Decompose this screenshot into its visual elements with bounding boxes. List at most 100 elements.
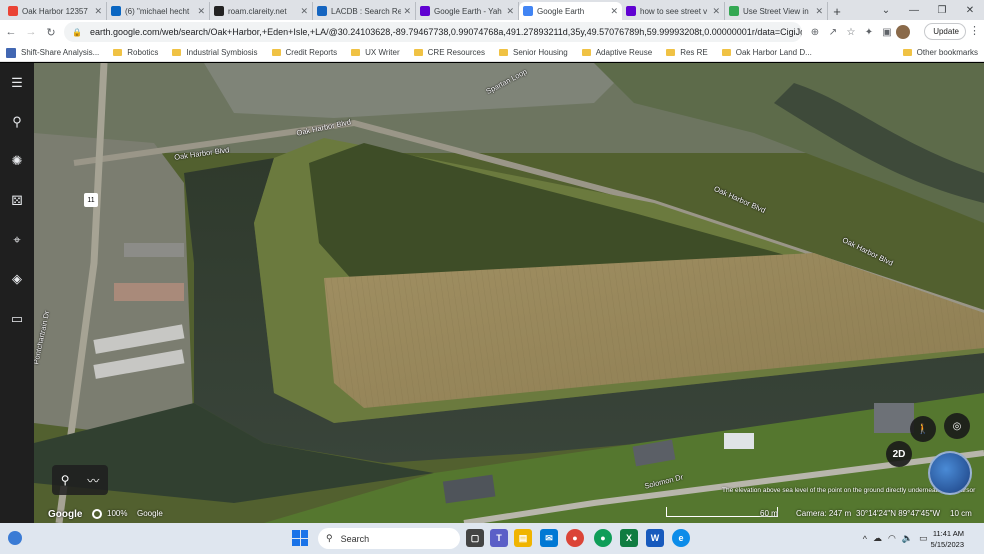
my-location-icon[interactable]: ◎ [944,413,970,439]
bookmark-item[interactable]: Senior Housing [499,48,568,57]
search-icon: ⚲ [326,533,333,543]
close-tab-icon[interactable]: ✕ [712,6,720,17]
bookmark-list: Shift-Share Analysis... Robotics Industria… [6,47,826,58]
close-tab-icon[interactable]: ✕ [403,6,411,17]
close-tab-icon[interactable]: ✕ [815,6,823,17]
feeling-lucky-icon[interactable]: ⚄ [6,190,28,212]
taskbar-search[interactable]: ⚲ Search [318,528,460,549]
forward-icon[interactable]: → [22,23,40,41]
projects-icon[interactable]: ⌖ [6,229,28,251]
placemark-icon[interactable]: ⚲ [61,473,70,487]
browser-menu-icon[interactable]: ⋮ [969,24,980,37]
close-window-icon[interactable]: ✕ [956,0,984,20]
clock[interactable]: 11:41 AM 5/15/2023 [931,528,964,550]
pegman-icon[interactable]: 🚶 [910,416,936,442]
browser-toolbar: ← → ↻ 🔒 earth.google.com/web/search/Oak+… [0,20,984,44]
clock-time: 11:41 AM [932,528,964,538]
share-icon[interactable]: ↗ [824,23,842,41]
globe-icon[interactable] [928,451,972,495]
side-panel-icon[interactable]: ▣ [878,23,896,41]
browser-tab[interactable]: roam.clareity.net ✕ [210,2,313,20]
view-toggle-button[interactable]: 2D [886,441,912,467]
bookmark-item[interactable]: Robotics [113,48,158,57]
battery-icon[interactable]: ▭ [919,533,928,544]
browser-tab[interactable]: Google Earth - Yah ✕ [416,2,519,20]
mail-icon[interactable]: ✉ [540,529,558,547]
close-tab-icon[interactable]: ✕ [197,6,205,17]
address-bar[interactable]: 🔒 earth.google.com/web/search/Oak+Harbor… [64,22,802,42]
minimize-icon[interactable]: — [900,0,928,20]
other-bookmarks-label: Other bookmarks [916,48,978,57]
menu-icon[interactable]: ☰ [6,72,28,94]
bookmark-item[interactable]: CRE Resources [413,48,485,57]
bookmark-label: Credit Reports [285,48,338,57]
new-tab-button[interactable]: + [828,2,846,20]
folder-icon [351,49,361,56]
close-tab-icon[interactable]: ✕ [300,6,308,17]
linkedin-icon [111,6,121,16]
tab-title: how to see street v [640,6,708,16]
measure-icon[interactable]: ▭ [6,308,28,330]
attribution[interactable]: Google [137,509,163,518]
update-button[interactable]: Update [924,23,966,40]
tab-strip: Oak Harbor 12357 ✕ (6) "michael hecht ✕ roam… [0,0,984,20]
bookmark-label: Shift-Share Analysis... [21,48,100,57]
profile-avatar[interactable] [896,25,910,39]
close-tab-icon[interactable]: ✕ [94,6,102,17]
taskbar-search-label: Search [340,533,370,544]
chrome-icon[interactable]: ● [566,529,584,547]
yahoo-icon [626,6,636,16]
weather-icon[interactable] [8,531,22,545]
cloud-icon[interactable]: ☁ [873,533,882,544]
close-tab-icon[interactable]: ✕ [610,6,618,17]
map-style-icon[interactable]: ◈ [6,268,28,290]
earth-map-view[interactable]: Spartan Loop Oak Harbor Blvd Oak Harbor … [34,63,984,523]
excel-icon[interactable]: X [620,529,638,547]
task-view-icon[interactable]: ▢ [466,529,484,547]
chevron-up-icon[interactable]: ^ [863,534,867,544]
browser-tab[interactable]: LACDB : Search Re ✕ [313,2,416,20]
reload-icon[interactable]: ↻ [42,23,60,41]
bookmark-item[interactable]: UX Writer [351,48,400,57]
browser-tab[interactable]: (6) "michael hecht ✕ [107,2,210,20]
lock-icon[interactable]: 🔒 [72,28,82,37]
other-bookmarks[interactable]: Other bookmarks [902,48,978,57]
close-tab-icon[interactable]: ✕ [506,6,514,17]
path-icon[interactable]: 〰 [87,472,99,489]
bookmark-item[interactable]: Oak Harbor Land D... [721,48,812,57]
map-tools: ⚲ 〰 [52,465,108,495]
chrome-profile-icon[interactable]: ● [594,529,612,547]
tab-search-icon[interactable]: ⌄ [872,0,900,20]
zoom-ring-icon [92,509,102,519]
edge-icon[interactable]: e [672,529,690,547]
maximize-icon[interactable]: ❐ [928,0,956,20]
volume-icon[interactable]: 🔈 [902,533,913,544]
bookmark-item[interactable]: Res RE [666,48,708,57]
browser-tab[interactable]: Oak Harbor 12357 ✕ [4,2,107,20]
grid-icon [6,47,16,58]
voyager-icon[interactable]: ✺ [6,150,28,172]
word-icon[interactable]: W [646,529,664,547]
extensions-icon[interactable]: ✦ [860,23,878,41]
camera-altitude: Camera: 247 m [796,509,852,518]
back-icon[interactable]: ← [2,23,20,41]
wifi-icon[interactable]: ◠ [888,533,896,544]
bookmark-item[interactable]: Credit Reports [271,48,338,57]
bookmark-label: CRE Resources [427,48,485,57]
install-app-icon[interactable]: ⊕ [806,23,824,41]
bookmark-star-icon[interactable]: ☆ [842,23,860,41]
file-explorer-icon[interactable]: ▤ [514,529,532,547]
browser-tab[interactable]: how to see street v ✕ [622,2,725,20]
browser-tab[interactable]: Use Street View in ✕ [725,2,828,20]
bookmark-item[interactable]: Shift-Share Analysis... [6,47,100,58]
teams-icon[interactable]: T [490,529,508,547]
browser-tab[interactable]: Google Earth ✕ [519,2,622,20]
bookmark-label: UX Writer [365,48,400,57]
windows-start-icon[interactable] [292,530,308,546]
tab-list: Oak Harbor 12357 ✕ (6) "michael hecht ✕ roam… [0,2,828,20]
bookmark-item[interactable]: Industrial Symbiosis [172,48,258,57]
tab-title: LACDB : Search Re [331,6,402,16]
search-icon[interactable]: ⚲ [6,111,28,133]
bookmark-item[interactable]: Adaptive Reuse [581,48,652,57]
google-logo: Google [48,509,83,520]
